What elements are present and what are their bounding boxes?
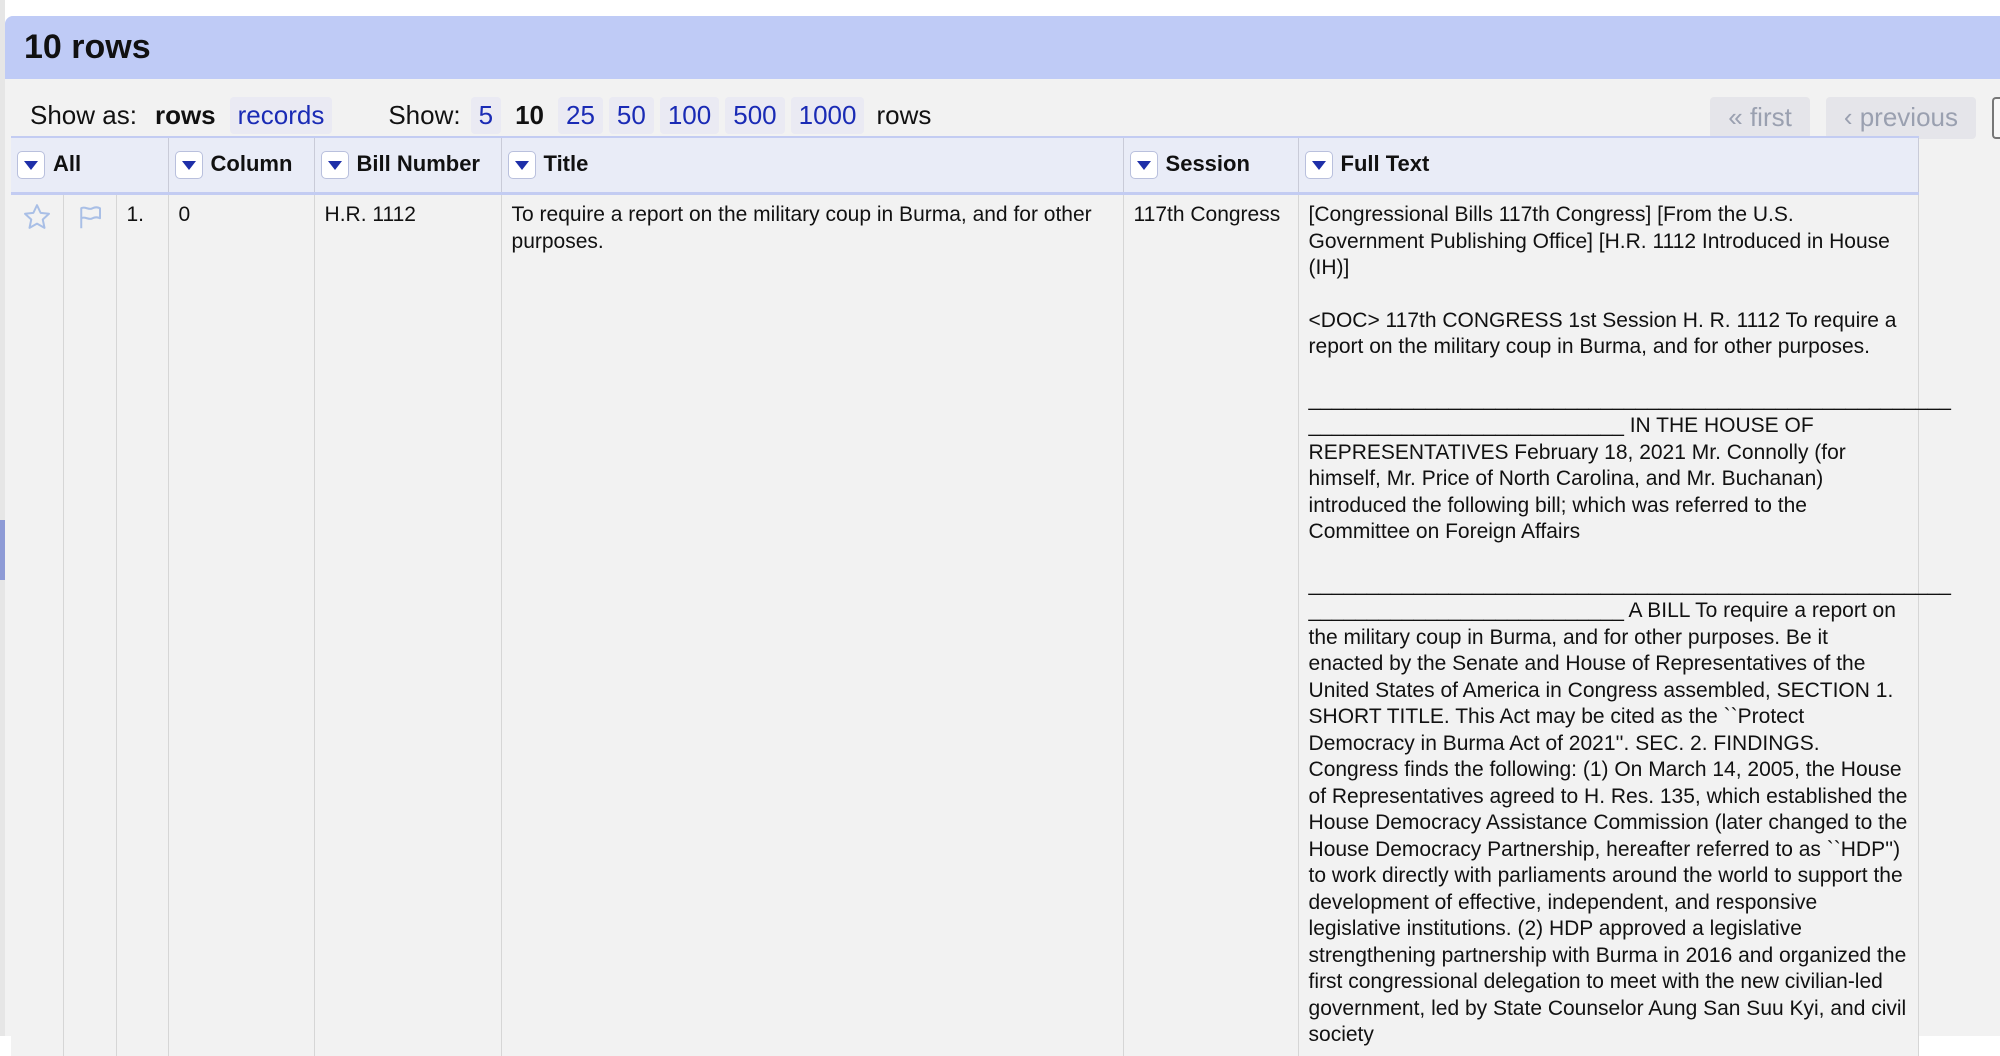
cell-column[interactable]: 0 bbox=[168, 193, 315, 1056]
page-size-10[interactable]: 10 bbox=[507, 97, 552, 134]
page-size-100[interactable]: 100 bbox=[659, 97, 720, 134]
view-rows-option[interactable]: rows bbox=[147, 97, 224, 134]
view-records-option[interactable]: records bbox=[229, 97, 333, 134]
header-row: All Column Bill Number Title Session Ful… bbox=[11, 136, 1919, 195]
chevron-down-icon[interactable] bbox=[507, 151, 536, 180]
star-cell bbox=[11, 193, 64, 1056]
flag-icon[interactable] bbox=[75, 202, 105, 232]
show-label: Show: bbox=[388, 100, 461, 130]
column-header-full-text[interactable]: Full Text bbox=[1298, 136, 1919, 195]
column-header-label: Session bbox=[1165, 150, 1250, 176]
page-size-1000[interactable]: 1000 bbox=[790, 97, 865, 134]
column-header-label: Title bbox=[543, 150, 589, 176]
column-header-all[interactable]: All bbox=[11, 136, 169, 195]
column-header-session[interactable]: Session bbox=[1123, 136, 1299, 195]
full-text-paragraph: <DOC> 117th CONGRESS 1st Session H. R. 1… bbox=[1308, 308, 1897, 359]
cell-bill-number[interactable]: H.R. 1112 bbox=[314, 193, 502, 1056]
column-header-label: Bill Number bbox=[356, 150, 480, 176]
page-size-500[interactable]: 500 bbox=[725, 97, 785, 134]
full-text-paragraph: [Congressional Bills 117th Congress] [Fr… bbox=[1308, 203, 1890, 279]
column-header-title[interactable]: Title bbox=[501, 136, 1124, 195]
page-size-25[interactable]: 25 bbox=[558, 97, 603, 134]
next-page-button-edge[interactable] bbox=[1992, 97, 2000, 139]
cell-title[interactable]: To require a report on the military coup… bbox=[501, 193, 1124, 1056]
table-row: 1. 0 H.R. 1112 To require a report on th… bbox=[11, 193, 1951, 1056]
first-page-button[interactable]: « first bbox=[1710, 97, 1810, 139]
chevron-down-icon[interactable] bbox=[320, 151, 349, 180]
column-header-bill-number[interactable]: Bill Number bbox=[314, 136, 502, 195]
page-size-group: Show: 5 10 25 50 100 500 1000 rows bbox=[388, 97, 931, 134]
column-header-label: Full Text bbox=[1340, 150, 1430, 176]
full-text-paragraph: ________________________________________… bbox=[1308, 572, 1951, 1047]
rows-suffix-label: rows bbox=[876, 100, 932, 130]
show-as-label: Show as: bbox=[30, 100, 137, 130]
flag-cell bbox=[63, 193, 117, 1056]
chevron-down-icon[interactable] bbox=[1129, 151, 1158, 180]
previous-page-button[interactable]: ‹ previous bbox=[1825, 97, 1976, 139]
chevron-down-icon[interactable] bbox=[174, 151, 203, 180]
star-icon[interactable] bbox=[22, 202, 52, 232]
cell-session[interactable]: 117th Congress bbox=[1123, 193, 1299, 1056]
column-header-column[interactable]: Column bbox=[168, 136, 315, 195]
page-size-50[interactable]: 50 bbox=[608, 97, 654, 134]
data-grid: All Column Bill Number Title Session Ful… bbox=[11, 136, 1951, 1056]
panel-header: 10 rows bbox=[5, 16, 2000, 79]
column-header-label: All bbox=[53, 150, 82, 176]
chevron-down-icon[interactable] bbox=[17, 151, 45, 180]
row-index: 1. bbox=[116, 193, 169, 1056]
chevron-down-icon[interactable] bbox=[1304, 151, 1333, 180]
row-count-title: 10 rows bbox=[24, 28, 151, 66]
cell-full-text[interactable]: [Congressional Bills 117th Congress] [Fr… bbox=[1298, 193, 1951, 1056]
pagination: « first ‹ previous bbox=[1710, 97, 2000, 139]
page-size-5[interactable]: 5 bbox=[470, 97, 502, 134]
column-header-label: Column bbox=[210, 150, 293, 176]
full-text-paragraph: ________________________________________… bbox=[1308, 387, 1951, 544]
